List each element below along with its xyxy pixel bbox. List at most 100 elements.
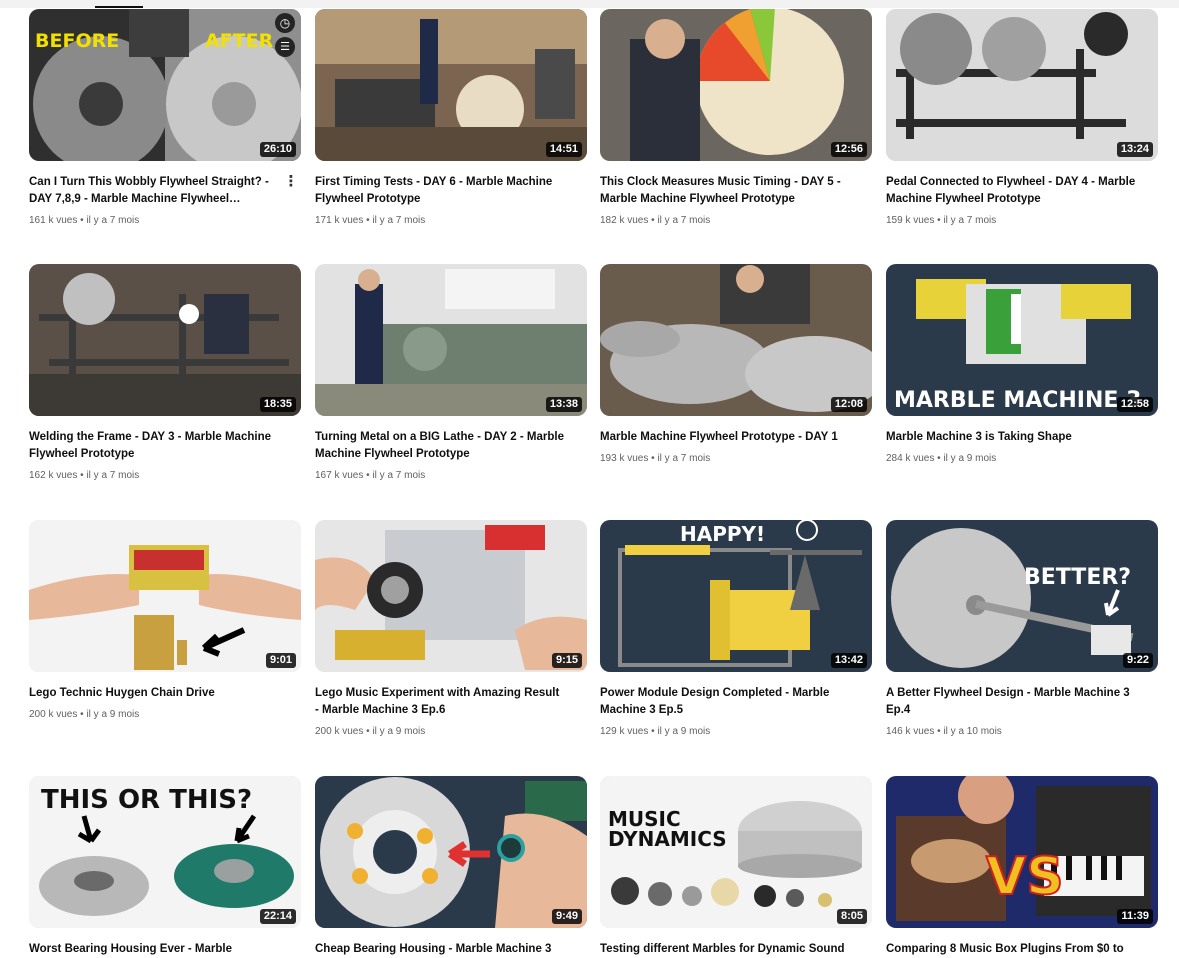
video-thumbnail[interactable]: MUSIC DYNAMICS 8:05 bbox=[600, 776, 872, 928]
video-thumbnail[interactable]: 9:01 bbox=[29, 520, 301, 672]
video-card[interactable]: 12:08 Marble Machine Flywheel Prototype … bbox=[600, 264, 872, 465]
video-meta: 182 k vues • il y a 7 mois bbox=[600, 214, 872, 227]
video-title[interactable]: Cheap Bearing Housing - Marble Machine 3 bbox=[315, 941, 587, 958]
video-title[interactable]: Can I Turn This Wobbly Flywheel Straight… bbox=[29, 174, 301, 208]
video-title[interactable]: Lego Technic Huygen Chain Drive bbox=[29, 685, 301, 702]
video-title[interactable]: Comparing 8 Music Box Plugins From $0 to bbox=[886, 941, 1158, 958]
video-thumbnail[interactable]: 13:38 bbox=[315, 264, 587, 416]
video-meta: 200 k vues • il y a 9 mois bbox=[29, 708, 301, 721]
upload-age: il y a 7 mois bbox=[657, 453, 711, 464]
more-vert-icon[interactable]: ⋮ bbox=[283, 171, 299, 193]
video-card[interactable]: THIS OR THIS? 22:14 Worst Bearing Housin… bbox=[29, 776, 301, 958]
add-to-queue-icon[interactable]: ☰ bbox=[275, 37, 295, 57]
video-duration: 12:08 bbox=[830, 397, 867, 412]
video-meta: 200 k vues • il y a 9 mois bbox=[315, 725, 587, 738]
video-card[interactable]: MUSIC DYNAMICS 8:05 Testing different Ma… bbox=[600, 776, 872, 958]
video-thumbnail[interactable]: 14:51 bbox=[315, 9, 587, 161]
thumbnail-image: BEFORE AFTER bbox=[29, 9, 301, 161]
video-thumbnail[interactable]: THIS OR THIS? 22:14 bbox=[29, 776, 301, 928]
video-title[interactable]: Power Module Design Completed - Marble M… bbox=[600, 685, 872, 719]
video-thumbnail[interactable]: 13:24 bbox=[886, 9, 1158, 161]
active-tab-indicator bbox=[95, 6, 143, 8]
meta-separator: • bbox=[937, 453, 941, 464]
video-title[interactable]: Welding the Frame - DAY 3 - Marble Machi… bbox=[29, 429, 301, 463]
meta-separator: • bbox=[366, 470, 370, 481]
video-thumbnail[interactable]: BEFORE AFTER ◷ ☰ 26:10 bbox=[29, 9, 301, 161]
video-card[interactable]: VS 11:39 Comparing 8 Music Box Plugins F… bbox=[886, 776, 1158, 958]
video-thumbnail[interactable]: 12:56 bbox=[600, 9, 872, 161]
thumb-text-after: AFTER bbox=[205, 30, 274, 52]
video-title[interactable]: Pedal Connected to Flywheel - DAY 4 - Ma… bbox=[886, 174, 1158, 208]
video-thumbnail[interactable]: 12:08 bbox=[600, 264, 872, 416]
view-count: 146 k vues bbox=[886, 726, 935, 737]
meta-separator: • bbox=[651, 726, 655, 737]
video-card[interactable]: 13:38 Turning Metal on a BIG Lathe - DAY… bbox=[315, 264, 587, 482]
video-title[interactable]: This Clock Measures Music Timing - DAY 5… bbox=[600, 174, 872, 208]
video-thumbnail[interactable]: 9:49 bbox=[315, 776, 587, 928]
video-meta: 167 k vues • il y a 7 mois bbox=[315, 469, 587, 482]
video-thumbnail[interactable]: HAPPY! 13:42 bbox=[600, 520, 872, 672]
upload-age: il y a 7 mois bbox=[86, 470, 140, 481]
video-thumbnail[interactable]: BETTER? 9:22 bbox=[886, 520, 1158, 672]
meta-separator: • bbox=[80, 470, 84, 481]
video-card[interactable]: 9:49 Cheap Bearing Housing - Marble Mach… bbox=[315, 776, 587, 958]
thumbnail-image bbox=[315, 776, 587, 928]
video-duration: 8:05 bbox=[836, 909, 867, 924]
video-duration: 11:39 bbox=[1117, 909, 1153, 924]
video-card[interactable]: HAPPY! 13:42 Power Module Design Complet… bbox=[600, 520, 872, 738]
video-card[interactable]: 9:15 Lego Music Experiment with Amazing … bbox=[315, 520, 587, 738]
meta-separator: • bbox=[80, 709, 84, 720]
meta-separator: • bbox=[80, 215, 84, 226]
upload-age: il y a 7 mois bbox=[657, 215, 711, 226]
video-duration: 12:58 bbox=[1116, 397, 1153, 412]
video-title[interactable]: Worst Bearing Housing Ever - Marble bbox=[29, 941, 301, 958]
thumb-text-title: MARBLE MACHINE 3 bbox=[894, 388, 1141, 413]
video-card[interactable]: BEFORE AFTER ◷ ☰ 26:10 Can I Turn This W… bbox=[29, 9, 301, 227]
upload-age: il y a 9 mois bbox=[943, 453, 997, 464]
thumb-text-vs: VS bbox=[986, 847, 1064, 907]
video-thumbnail[interactable]: VS 11:39 bbox=[886, 776, 1158, 928]
view-count: 161 k vues bbox=[29, 215, 78, 226]
video-card[interactable]: BETTER? 9:22 A Better Flywheel Design - … bbox=[886, 520, 1158, 738]
video-title[interactable]: Testing different Marbles for Dynamic So… bbox=[600, 941, 872, 958]
thumb-text-before: BEFORE bbox=[35, 30, 119, 52]
video-title[interactable]: Marble Machine Flywheel Prototype - DAY … bbox=[600, 429, 872, 446]
video-card[interactable]: MARBLE MACHINE 3 12:58 Marble Machine 3 … bbox=[886, 264, 1158, 465]
video-title[interactable]: Marble Machine 3 is Taking Shape bbox=[886, 429, 1158, 446]
video-card[interactable]: 13:24 Pedal Connected to Flywheel - DAY … bbox=[886, 9, 1158, 227]
video-meta: 159 k vues • il y a 7 mois bbox=[886, 214, 1158, 227]
video-card[interactable]: 12:56 This Clock Measures Music Timing -… bbox=[600, 9, 872, 227]
thumbnail-image: VS bbox=[886, 776, 1158, 928]
upload-age: il y a 7 mois bbox=[372, 215, 426, 226]
meta-separator: • bbox=[366, 726, 370, 737]
video-duration: 9:22 bbox=[1122, 653, 1153, 668]
video-thumbnail[interactable]: 18:35 bbox=[29, 264, 301, 416]
upload-age: il y a 7 mois bbox=[86, 215, 140, 226]
thumbnail-image bbox=[29, 264, 301, 416]
video-card[interactable]: 9:01 Lego Technic Huygen Chain Drive 200… bbox=[29, 520, 301, 721]
video-duration: 9:49 bbox=[551, 909, 582, 924]
video-duration: 26:10 bbox=[259, 142, 296, 157]
video-card[interactable]: 18:35 Welding the Frame - DAY 3 - Marble… bbox=[29, 264, 301, 482]
video-duration: 12:56 bbox=[830, 142, 867, 157]
video-card[interactable]: 14:51 First Timing Tests - DAY 6 - Marbl… bbox=[315, 9, 587, 227]
video-title[interactable]: Turning Metal on a BIG Lathe - DAY 2 - M… bbox=[315, 429, 587, 463]
upload-age: il y a 9 mois bbox=[657, 726, 711, 737]
video-duration: 18:35 bbox=[259, 397, 296, 412]
view-count: 129 k vues bbox=[600, 726, 649, 737]
thumbnail-image: HAPPY! bbox=[600, 520, 872, 672]
thumbnail-image: MUSIC DYNAMICS bbox=[600, 776, 872, 928]
video-title[interactable]: First Timing Tests - DAY 6 - Marble Mach… bbox=[315, 174, 587, 208]
meta-separator: • bbox=[937, 726, 941, 737]
video-thumbnail[interactable]: 9:15 bbox=[315, 520, 587, 672]
view-count: 162 k vues bbox=[29, 470, 78, 481]
video-meta: 171 k vues • il y a 7 mois bbox=[315, 214, 587, 227]
video-duration: 9:01 bbox=[265, 653, 296, 668]
video-title[interactable]: A Better Flywheel Design - Marble Machin… bbox=[886, 685, 1158, 719]
clock-icon[interactable]: ◷ bbox=[275, 13, 295, 33]
video-title[interactable]: Lego Music Experiment with Amazing Resul… bbox=[315, 685, 587, 719]
video-thumbnail[interactable]: MARBLE MACHINE 3 12:58 bbox=[886, 264, 1158, 416]
upload-age: il y a 10 mois bbox=[943, 726, 1002, 737]
thumb-text-better: BETTER? bbox=[1024, 565, 1131, 590]
view-count: 200 k vues bbox=[29, 709, 78, 720]
